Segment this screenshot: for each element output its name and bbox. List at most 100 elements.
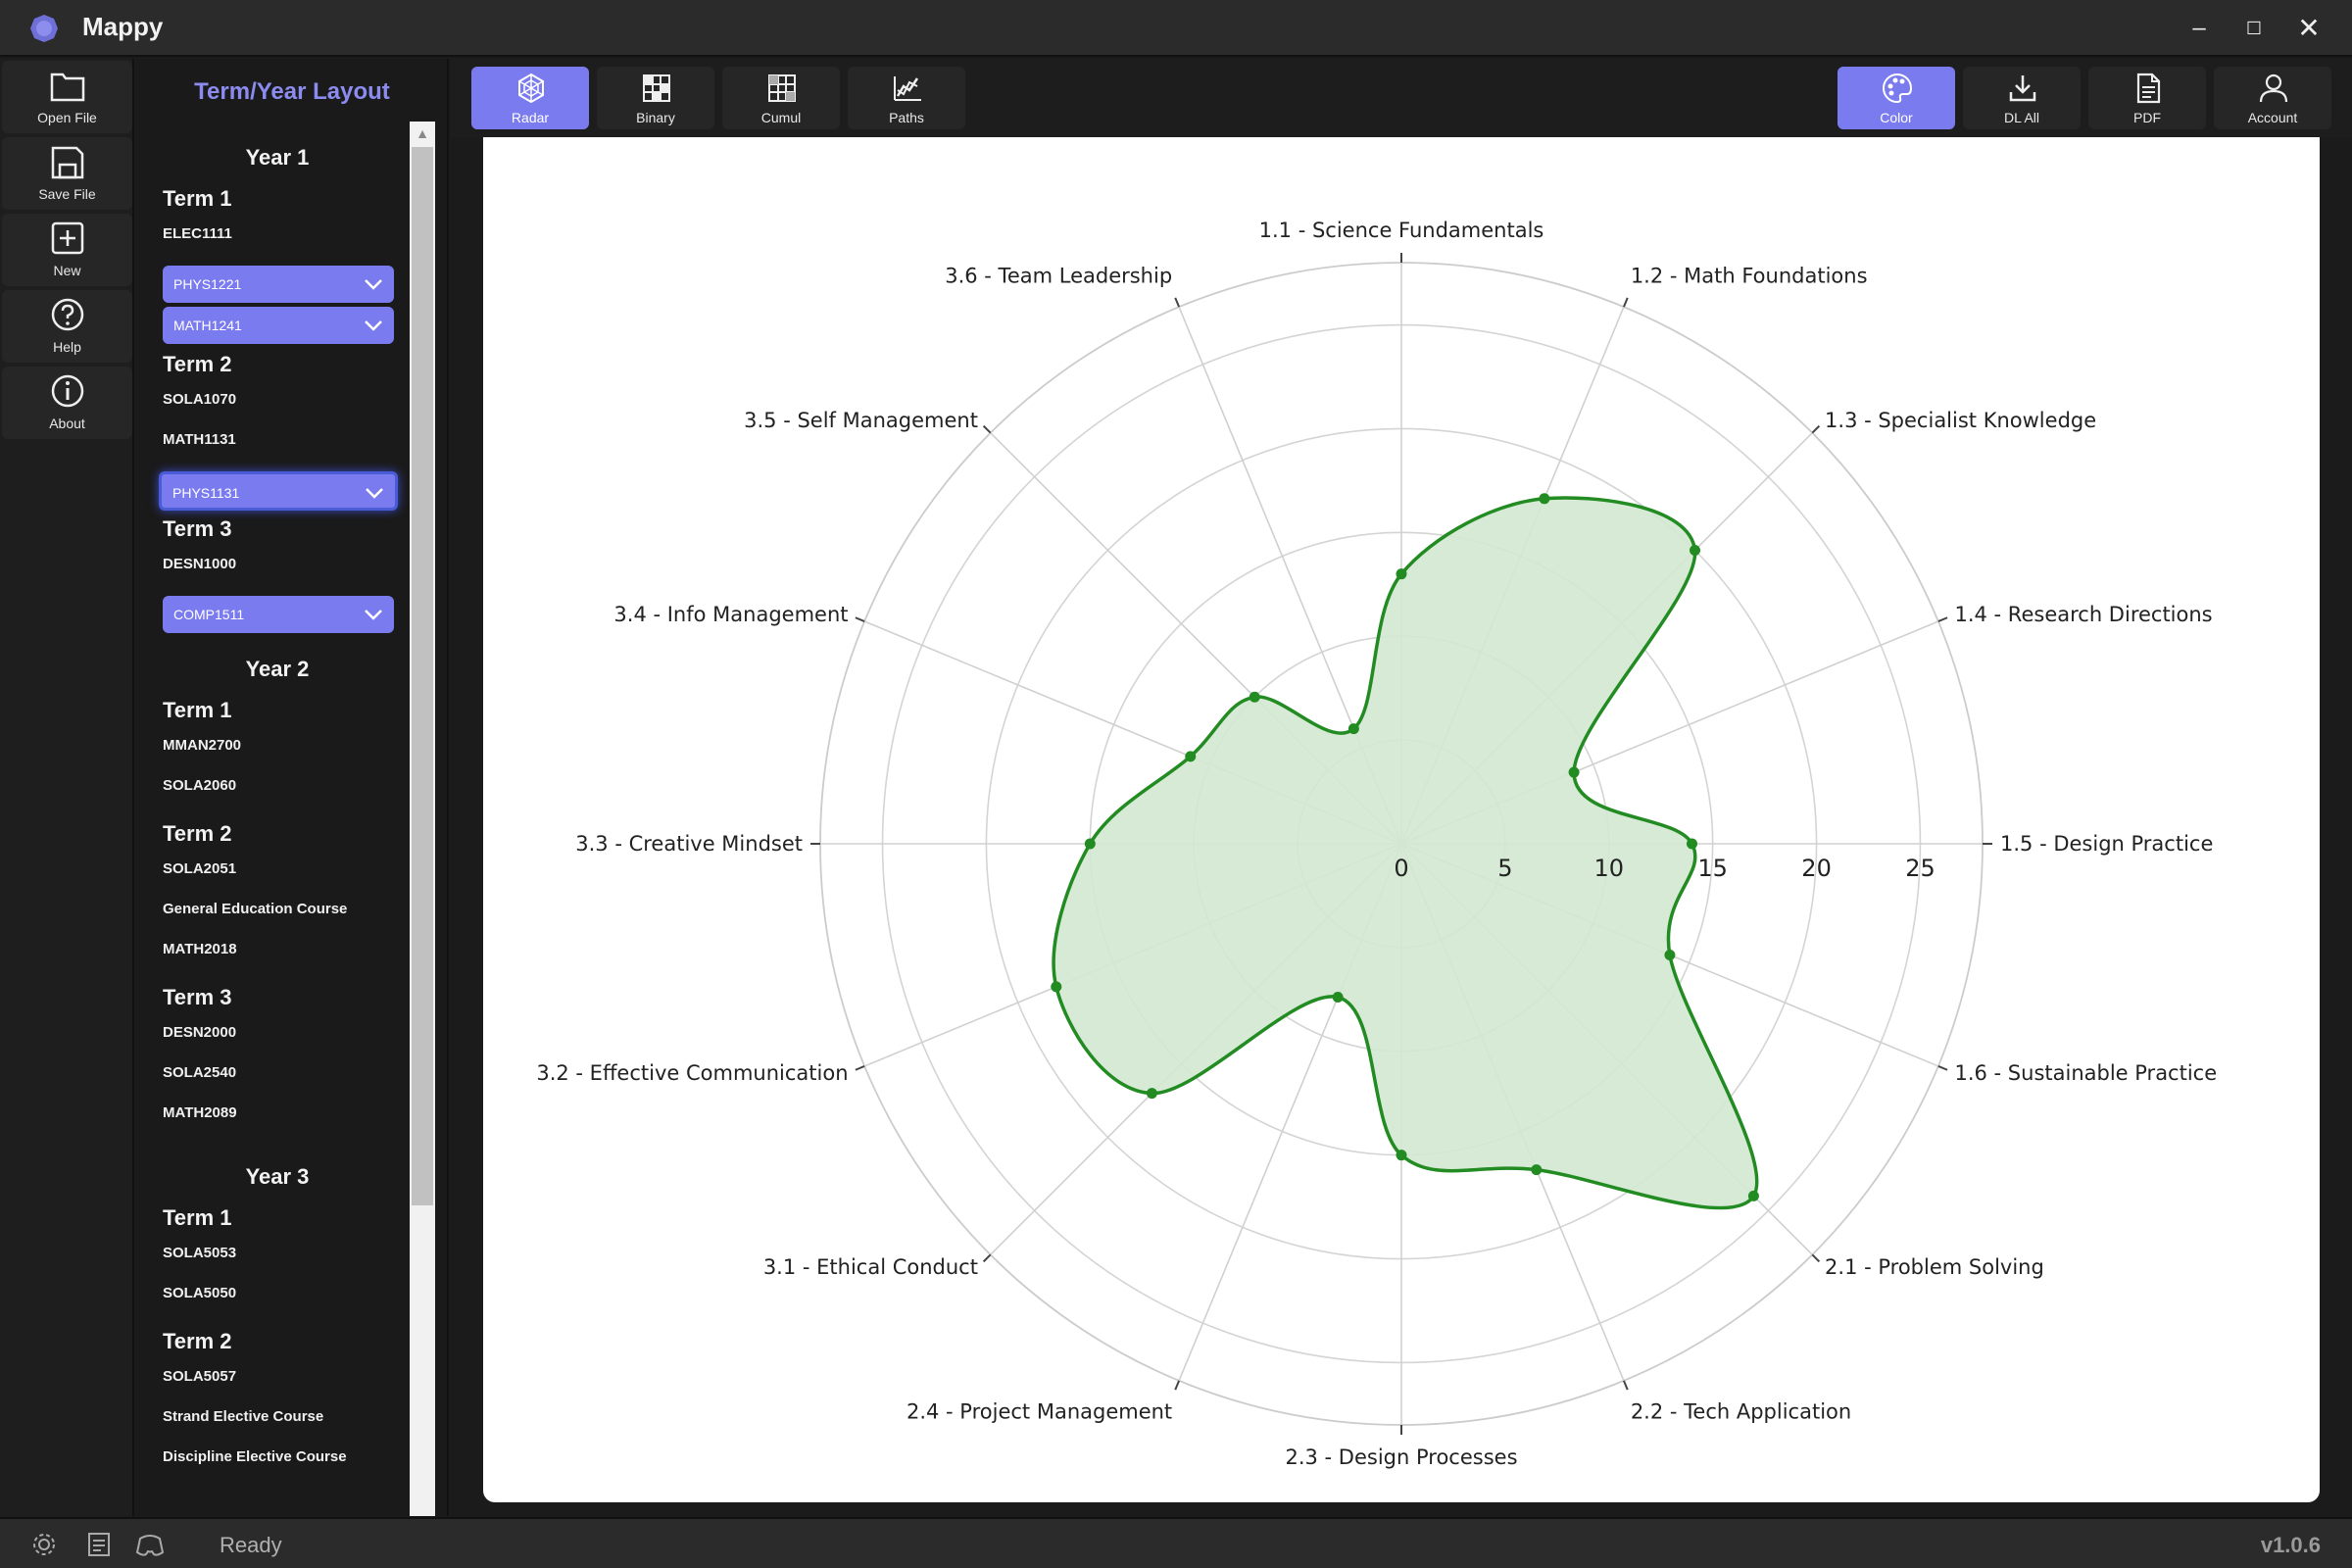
course-dropdown-value: MATH1241 [173,318,242,333]
discord-icon[interactable] [135,1531,165,1558]
course-code: MATH2089 [163,1104,237,1121]
axis-tick [1623,1380,1629,1391]
panel-scrollbar[interactable]: ▲ [410,122,435,1516]
color-label: Color [1880,110,1913,125]
year-heading: Year 3 [245,1164,310,1189]
course-dropdown[interactable]: PHYS1131 [159,471,398,511]
data-point [1568,766,1580,778]
category-label: 3.5 - Self Management [744,409,978,432]
axis-tick [1811,424,1821,434]
data-point [1690,544,1701,556]
question-circle-icon [51,298,84,331]
data-point [1146,1088,1157,1100]
cumul-button[interactable]: Cumul [722,67,840,129]
course-code: MATH1131 [163,431,236,448]
paths-button[interactable]: Paths [848,67,965,129]
course-code: DESN1000 [163,556,237,572]
save-file-button[interactable]: Save File [2,137,132,210]
radar-icon [518,73,544,104]
chevron-down-icon [365,279,382,290]
settings-gear-icon[interactable] [29,1531,59,1558]
course-dropdown-value: COMP1511 [173,607,245,622]
course-list: Year 1 Term 1 ELEC1111 PHYS1221 MATH1241 Term… [135,125,410,1516]
term-heading: Term 1 [163,186,232,211]
term-heading: Term 1 [163,1205,232,1230]
series-area [1052,496,1759,1210]
course-code: General Education Course [163,901,348,917]
course-dropdown[interactable]: COMP1511 [163,596,394,633]
category-label: 2.2 - Tech Application [1631,1399,1851,1423]
category-label: 1.5 - Design Practice [2000,832,2213,856]
binary-label: Binary [636,110,675,125]
data-point [1747,1190,1759,1201]
course-code: SOLA2060 [163,777,237,794]
chevron-down-icon [365,610,382,620]
account-button[interactable]: Account [2214,67,2331,129]
save-file-label: Save File [38,186,96,202]
radial-tick-label: 5 [1497,855,1512,882]
dl-all-label: DL All [2003,110,2040,125]
data-point [1531,1164,1543,1176]
save-icon [51,146,84,179]
data-point [1396,568,1407,580]
data-point [1664,949,1676,960]
title-bar: Mappy – ☐ ✕ [0,0,2352,57]
course-code: SOLA5053 [163,1245,237,1261]
data-point [1687,838,1697,850]
course-code: SOLA2540 [163,1064,237,1081]
data-point [1332,992,1344,1004]
category-label: 3.2 - Effective Communication [536,1061,848,1085]
help-button[interactable]: Help [2,290,132,363]
pdf-button[interactable]: PDF [2088,67,2206,129]
category-label: 2.3 - Design Processes [1285,1446,1517,1469]
category-label: 1.6 - Sustainable Practice [1954,1061,2217,1085]
folder-icon [50,73,85,102]
download-icon [2009,75,2036,102]
close-icon[interactable]: ✕ [2289,10,2328,47]
course-code: MMAN2700 [163,737,242,754]
category-label: 3.1 - Ethical Conduct [763,1255,978,1279]
year-heading: Year 1 [245,145,310,170]
pdf-icon [2136,73,2161,104]
category-label: 1.4 - Research Directions [1954,603,2212,626]
term-heading: Term 3 [163,516,232,541]
help-label: Help [53,339,81,355]
course-dropdown[interactable]: MATH1241 [163,307,394,344]
paths-label: Paths [889,110,924,125]
user-icon [2259,74,2288,103]
new-button[interactable]: New [2,214,132,286]
chevron-down-icon [366,488,383,499]
color-button[interactable]: Color [1838,67,1955,129]
axis-tick [855,1065,865,1071]
radar-button[interactable]: Radar [471,67,589,129]
course-code: MATH2018 [163,941,237,957]
dl-all-button[interactable]: DL All [1963,67,2081,129]
category-label: 3.3 - Creative Mindset [575,832,803,856]
data-point [1348,723,1359,735]
term-heading: Term 2 [163,821,232,846]
maximize-icon[interactable]: ☐ [2234,10,2274,47]
palette-icon [1883,73,1913,104]
about-button[interactable]: About [2,367,132,439]
chevron-down-icon [365,320,382,331]
radial-tick-label: 20 [1801,855,1832,882]
scroll-thumb[interactable] [412,147,433,1205]
document-list-icon[interactable] [84,1531,114,1558]
year-heading: Year 2 [245,657,310,681]
term-year-panel: Term/Year Layout Year 1 Term 1 ELEC1111 PHY… [135,59,449,1516]
open-file-button[interactable]: Open File [2,61,132,133]
radar-label: Radar [511,110,550,125]
scroll-up-icon[interactable]: ▲ [410,122,435,145]
icon-rail: Open File Save File New Help About [0,59,134,1516]
course-dropdown[interactable]: PHYS1221 [163,266,394,303]
binary-button[interactable]: Binary [597,67,714,129]
data-point [1185,751,1197,762]
axis-tick [982,424,992,434]
course-dropdown-value: PHYS1221 [173,276,242,292]
app-logo-icon [30,15,58,42]
category-label: 2.4 - Project Management [906,1399,1172,1423]
minimize-icon[interactable]: – [2180,10,2219,47]
grid-icon [643,74,670,102]
course-code: Discipline Elective Course [163,1448,347,1465]
data-point [1084,838,1096,850]
